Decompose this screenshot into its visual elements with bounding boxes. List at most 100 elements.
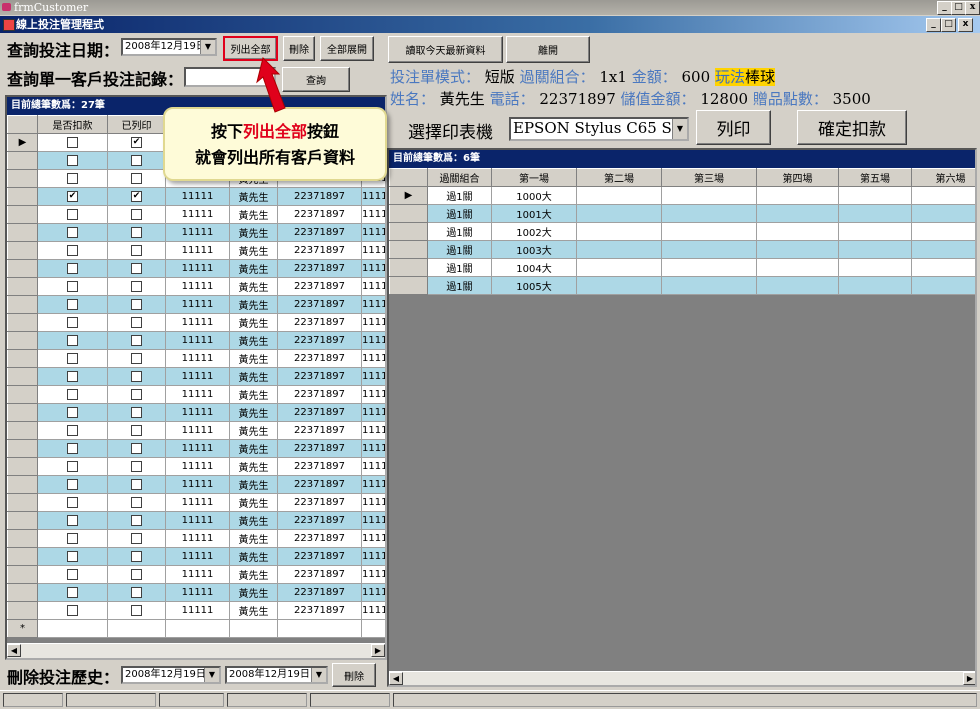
printer-select[interactable]: EPSON Stylus C65 Se ▼: [509, 117, 689, 141]
cell-id[interactable]: 11111: [165, 421, 230, 440]
cell-game-5[interactable]: [838, 240, 912, 259]
cell-phone[interactable]: 22371897: [277, 349, 362, 368]
table-row[interactable]: 11111黃先生223718971111: [7, 421, 385, 440]
table-row[interactable]: ▶ 過1關 1000大: [389, 186, 975, 205]
cell-id[interactable]: 11111: [165, 367, 230, 386]
cell-extra[interactable]: 1111: [361, 259, 385, 278]
printed-checkbox[interactable]: [131, 316, 142, 328]
row-header[interactable]: [7, 421, 38, 440]
printed-checkbox[interactable]: [131, 352, 142, 364]
cell-phone[interactable]: 22371897: [277, 385, 362, 404]
table-row[interactable]: 11111黃先生223718971111: [7, 583, 385, 602]
chevron-down-icon[interactable]: ▼: [200, 40, 215, 54]
paid-checkbox[interactable]: [67, 406, 78, 418]
cell-printed[interactable]: [107, 511, 166, 530]
cell-game-1[interactable]: 1001大: [491, 204, 577, 223]
cell-printed[interactable]: [107, 385, 166, 404]
cell-extra[interactable]: 1111: [361, 493, 385, 512]
cell-name[interactable]: 黃先生: [229, 547, 278, 566]
printed-checkbox[interactable]: [131, 298, 142, 310]
cell-game-6[interactable]: [911, 276, 975, 295]
cell-game-4[interactable]: [756, 258, 839, 277]
printed-checkbox[interactable]: [131, 208, 142, 220]
cell-paid[interactable]: [37, 241, 108, 260]
cell-printed[interactable]: [107, 421, 166, 440]
cell-id[interactable]: 11111: [165, 403, 230, 422]
scroll-right-icon[interactable]: ▶: [371, 644, 385, 657]
cell-game-6[interactable]: [911, 240, 975, 259]
cell-game-6[interactable]: [911, 222, 975, 241]
table-row[interactable]: 11111黃先生223718971111: [7, 511, 385, 530]
cell-phone[interactable]: 22371897: [277, 241, 362, 260]
cell-printed[interactable]: [107, 583, 166, 602]
cell-name[interactable]: 黃先生: [229, 403, 278, 422]
cell-name[interactable]: 黃先生: [229, 331, 278, 350]
cell-extra[interactable]: 1111: [361, 241, 385, 260]
row-header[interactable]: [389, 240, 428, 259]
col-header-combo[interactable]: 過關組合: [427, 168, 492, 187]
row-header[interactable]: [7, 187, 38, 206]
cell-name[interactable]: 黃先生: [229, 241, 278, 260]
table-row[interactable]: 11111黃先生223718971111: [7, 547, 385, 566]
cell-id[interactable]: 11111: [165, 295, 230, 314]
cell-name[interactable]: 黃先生: [229, 475, 278, 494]
cell-phone[interactable]: 22371897: [277, 205, 362, 224]
cell-extra[interactable]: 1111: [361, 223, 385, 242]
cell-extra[interactable]: 1111: [361, 349, 385, 368]
cell-game-5[interactable]: [838, 222, 912, 241]
table-row[interactable]: 11111黃先生223718971111: [7, 349, 385, 368]
table-row[interactable]: 11111黃先生223718971111: [7, 493, 385, 512]
paid-checkbox[interactable]: [67, 550, 78, 562]
cell-printed[interactable]: [107, 547, 166, 566]
cell-game-3[interactable]: [661, 276, 757, 295]
cell-name[interactable]: 黃先生: [229, 313, 278, 332]
table-row[interactable]: 11111黃先生223718971111: [7, 565, 385, 584]
query-date-picker[interactable]: 2008年12月19日 ▼: [121, 38, 217, 56]
col-header-game-6[interactable]: 第六場: [911, 168, 975, 187]
cell-game-5[interactable]: [838, 276, 912, 295]
cell-id[interactable]: 11111: [165, 565, 230, 584]
cell-paid[interactable]: [37, 457, 108, 476]
cell-combo[interactable]: 過1關: [427, 258, 492, 277]
cell-name[interactable]: 黃先生: [229, 457, 278, 476]
cell-name[interactable]: 黃先生: [229, 421, 278, 440]
row-header[interactable]: [7, 349, 38, 368]
row-header[interactable]: [7, 475, 38, 494]
cell-name[interactable]: 黃先生: [229, 295, 278, 314]
cell-phone[interactable]: 22371897: [277, 403, 362, 422]
cell-name[interactable]: 黃先生: [229, 439, 278, 458]
cell-phone[interactable]: 22371897: [277, 529, 362, 548]
printed-checkbox[interactable]: [131, 388, 142, 400]
cell-phone[interactable]: 22371897: [277, 493, 362, 512]
cell-combo[interactable]: 過1關: [427, 204, 492, 223]
cell-extra[interactable]: 1111: [361, 547, 385, 566]
paid-checkbox[interactable]: [67, 280, 78, 292]
mdi-minimize-button[interactable]: _: [926, 18, 941, 32]
printed-checkbox[interactable]: [131, 244, 142, 256]
cell-printed[interactable]: ✔: [107, 187, 166, 206]
cell-game-6[interactable]: [911, 204, 975, 223]
table-row[interactable]: 11111黃先生223718971111: [7, 385, 385, 404]
paid-checkbox[interactable]: [67, 172, 78, 184]
cell-game-3[interactable]: [661, 222, 757, 241]
cell-game-2[interactable]: [576, 276, 662, 295]
cell-name[interactable]: 黃先生: [229, 205, 278, 224]
col-header-game-2[interactable]: 第二場: [576, 168, 662, 187]
delete-history-button[interactable]: 刪除: [332, 663, 376, 687]
row-header[interactable]: [389, 276, 428, 295]
paid-checkbox[interactable]: ✔: [67, 190, 78, 202]
table-row[interactable]: 11111黃先生223718971111: [7, 403, 385, 422]
paid-checkbox[interactable]: [67, 136, 78, 148]
cell-game-5[interactable]: [838, 186, 912, 205]
expand-all-button[interactable]: 全部展開: [320, 36, 374, 61]
row-header[interactable]: [7, 241, 38, 260]
table-row[interactable]: 11111黃先生223718971111: [7, 331, 385, 350]
col-header-paid[interactable]: 是否扣款: [37, 115, 108, 134]
empty-cell[interactable]: [107, 619, 166, 638]
cell-game-3[interactable]: [661, 240, 757, 259]
cell-paid[interactable]: [37, 223, 108, 242]
table-row[interactable]: 過1關 1002大: [389, 222, 975, 241]
cell-id[interactable]: 11111: [165, 349, 230, 368]
cell-paid[interactable]: [37, 349, 108, 368]
maximize-button[interactable]: □: [951, 1, 966, 15]
